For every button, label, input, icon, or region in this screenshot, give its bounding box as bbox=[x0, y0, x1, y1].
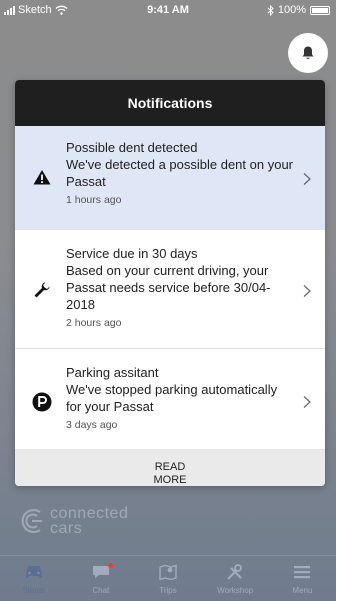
notification-bell-button[interactable] bbox=[288, 33, 328, 73]
notification-title: Possible dent detected bbox=[66, 140, 198, 155]
read-more-label: READ MORE bbox=[153, 461, 187, 486]
status-bar: Sketch 9:41 AM 100% bbox=[0, 0, 336, 22]
tab-workshop[interactable]: Workshop bbox=[202, 556, 269, 601]
tab-label: Chat bbox=[92, 586, 110, 595]
car-icon bbox=[25, 566, 42, 578]
tab-menu[interactable]: Menu bbox=[269, 556, 336, 601]
logo-mark-icon bbox=[21, 509, 42, 533]
notification-title: Service due in 30 days bbox=[66, 246, 198, 261]
tab-trips[interactable]: Trips bbox=[134, 556, 201, 601]
notification-title: Parking assitant bbox=[66, 365, 159, 380]
logo-line-2: cars bbox=[50, 520, 83, 537]
notification-body: Based on your current driving, your Pass… bbox=[66, 263, 271, 312]
notification-time: 2 hours ago bbox=[66, 317, 122, 329]
wrench-icon bbox=[32, 280, 52, 300]
logo-line-1: connected bbox=[50, 505, 129, 522]
notifications-title: Notifications bbox=[127, 95, 213, 111]
notification-body: We've detected a possible dent on your P… bbox=[66, 157, 293, 189]
tab-status[interactable]: Status bbox=[0, 556, 67, 601]
bluetooth-icon bbox=[267, 4, 274, 16]
parking-icon bbox=[32, 392, 52, 412]
bell-icon bbox=[302, 46, 314, 60]
notification-item[interactable]: Parking assitant We've stopped parking a… bbox=[15, 349, 325, 450]
notification-item[interactable]: Possible dent detected We've detected a … bbox=[15, 126, 325, 230]
tab-label: Trips bbox=[159, 586, 177, 595]
chevron-right-icon bbox=[303, 285, 311, 297]
tools-icon bbox=[227, 564, 243, 580]
notification-time: 1 hours ago bbox=[66, 194, 122, 206]
tab-label: Workshop bbox=[217, 586, 254, 595]
tab-label: Menu bbox=[292, 586, 313, 595]
notification-item[interactable]: Service due in 30 days Based on your cur… bbox=[15, 230, 325, 349]
map-icon bbox=[159, 564, 177, 580]
tab-chat[interactable]: Chat bbox=[67, 556, 134, 601]
notifications-panel: Notifications Possible dent detected We'… bbox=[15, 80, 325, 486]
battery-icon bbox=[310, 5, 330, 15]
tab-bar: Status Chat Trips Workshop Menu bbox=[0, 556, 336, 601]
app-screen: Sketch 9:41 AM 100% Notifications Possib… bbox=[0, 0, 340, 601]
chevron-right-icon bbox=[303, 173, 311, 185]
unread-badge bbox=[108, 563, 114, 568]
notification-time: 3 days ago bbox=[66, 419, 118, 431]
read-more-button[interactable]: READ MORE bbox=[15, 450, 325, 486]
connected-cars-logo: connected cars bbox=[20, 505, 129, 537]
tab-label: Status bbox=[22, 586, 45, 595]
battery-percent: 100% bbox=[277, 4, 306, 16]
status-right: 100% bbox=[267, 4, 330, 16]
menu-icon bbox=[294, 566, 311, 579]
notifications-header: Notifications bbox=[15, 80, 325, 126]
chevron-right-icon bbox=[303, 396, 311, 408]
warning-icon bbox=[32, 167, 52, 187]
notification-body: We've stopped parking automatically for … bbox=[66, 382, 278, 414]
logo-text: connected cars bbox=[50, 505, 129, 537]
